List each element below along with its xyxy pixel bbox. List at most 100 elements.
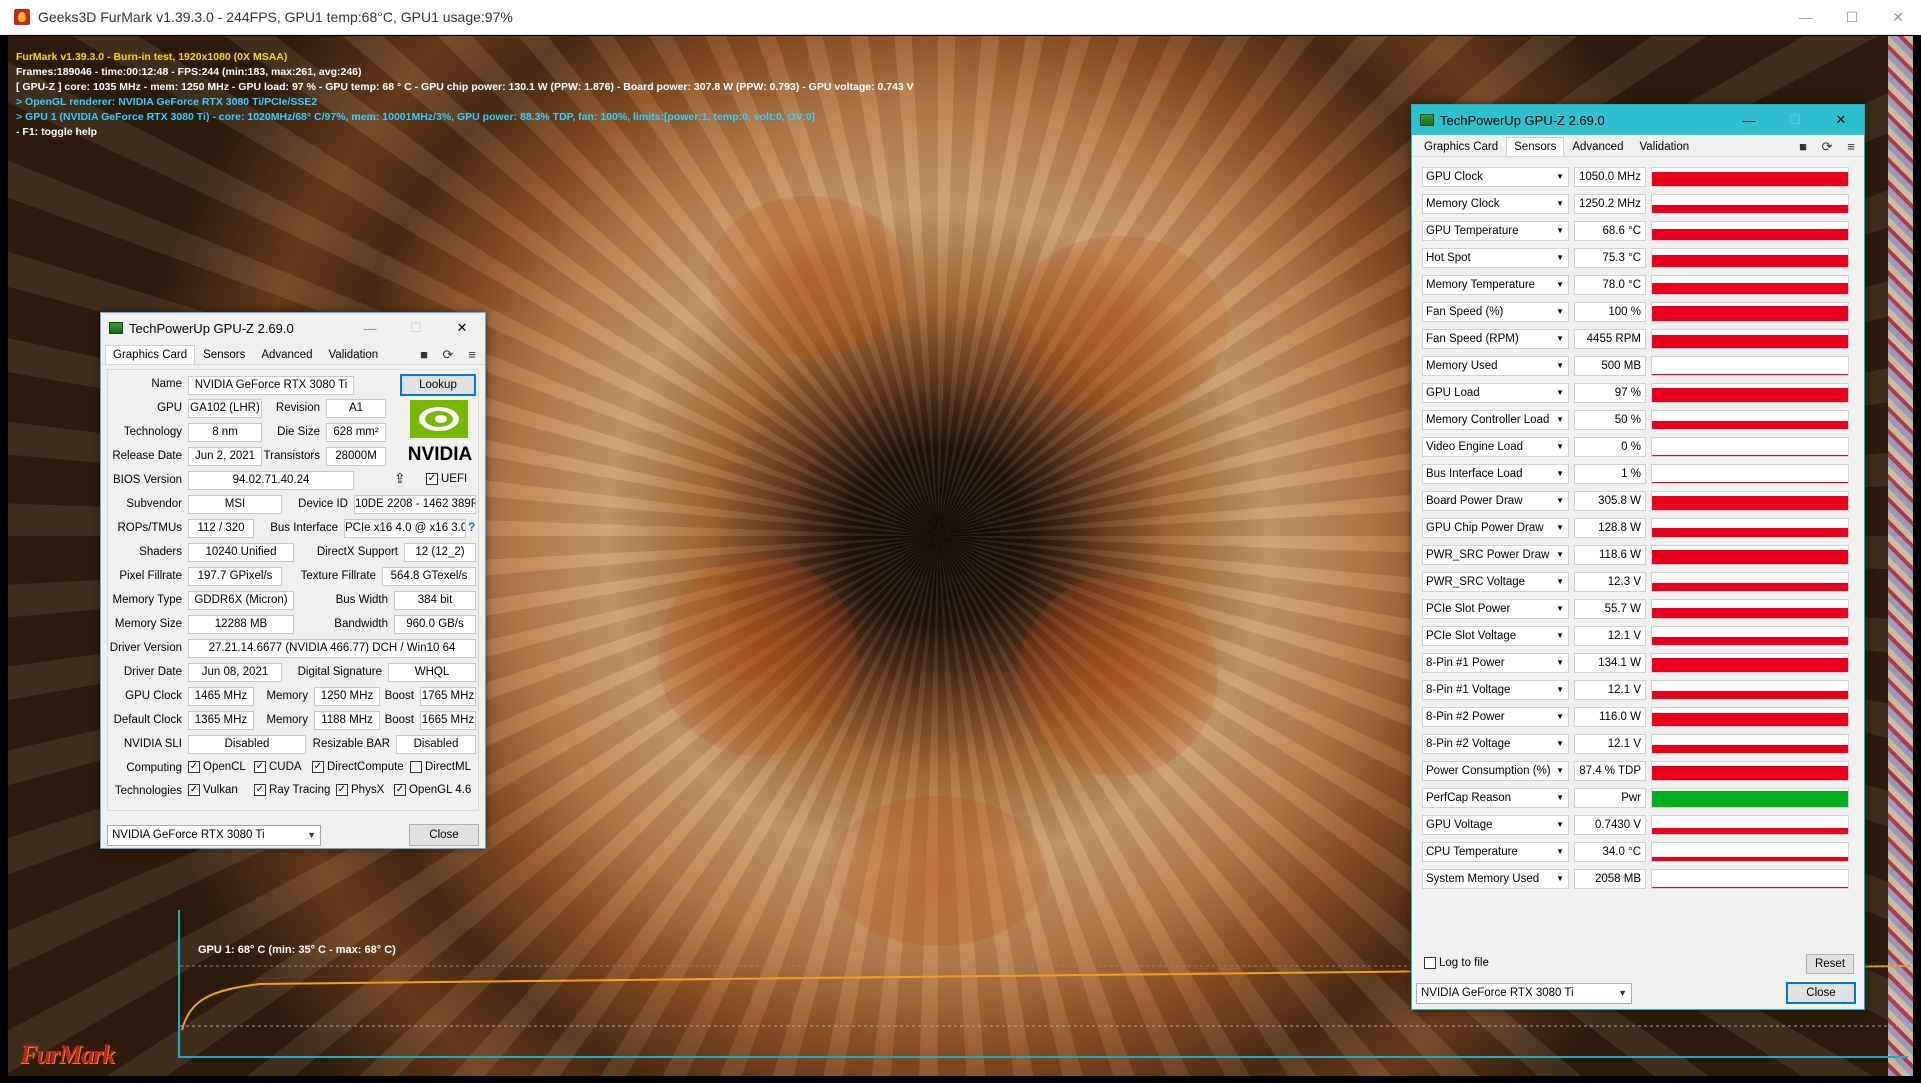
refresh-icon[interactable]: ⟳ bbox=[441, 347, 455, 363]
gpuz-graphics-card-window: TechPowerUp GPU-Z 2.69.0 — ☐ ✕ Graphics … bbox=[100, 312, 486, 849]
maximize-icon[interactable]: ☐ bbox=[1829, 0, 1875, 34]
sensor-row: Hot Spot ▼ 75.3 °C bbox=[1422, 248, 1854, 268]
pixel-fillrate-value: 197.7 GPixel/s bbox=[188, 567, 282, 586]
refresh-icon[interactable]: ⟳ bbox=[1820, 139, 1834, 155]
sensor-name: System Memory Used bbox=[1426, 873, 1540, 885]
share-icon[interactable]: ⇪ bbox=[394, 470, 406, 487]
menu-icon[interactable]: ≡ bbox=[465, 347, 479, 363]
sensor-name-dropdown[interactable]: Memory Temperature ▼ bbox=[1422, 275, 1569, 295]
sensor-name-dropdown[interactable]: Hot Spot ▼ bbox=[1422, 248, 1569, 268]
close-icon[interactable]: ✕ bbox=[1818, 105, 1864, 135]
tab-advanced[interactable]: Advanced bbox=[1564, 137, 1631, 156]
sensor-name-dropdown[interactable]: GPU Chip Power Draw ▼ bbox=[1422, 518, 1569, 538]
cuda-label: CUDA bbox=[269, 761, 302, 773]
sensor-graph-fill bbox=[1652, 791, 1848, 807]
revision-label: Revision bbox=[275, 402, 320, 414]
sensor-name-dropdown[interactable]: PWR_SRC Voltage ▼ bbox=[1422, 572, 1569, 592]
memory-type-label: Memory Type bbox=[112, 594, 182, 606]
close-button[interactable]: Close bbox=[1786, 982, 1856, 1004]
sensor-name-dropdown[interactable]: System Memory Used ▼ bbox=[1422, 869, 1569, 889]
tab-validation[interactable]: Validation bbox=[320, 345, 386, 364]
sensor-name-dropdown[interactable]: GPU Voltage ▼ bbox=[1422, 815, 1569, 835]
sensor-name-dropdown[interactable]: PerfCap Reason ▼ bbox=[1422, 788, 1569, 808]
sensor-name-dropdown[interactable]: Board Power Draw ▼ bbox=[1422, 491, 1569, 511]
minimize-icon[interactable]: — bbox=[1783, 0, 1829, 34]
sensor-name-dropdown[interactable]: PWR_SRC Power Draw ▼ bbox=[1422, 545, 1569, 565]
sensor-row: GPU Clock ▼ 1050.0 MHz bbox=[1422, 167, 1854, 187]
sensor-name-dropdown[interactable]: Memory Clock ▼ bbox=[1422, 194, 1569, 214]
tab-validation[interactable]: Validation bbox=[1631, 137, 1697, 156]
gpuz-tabs: Graphics Card Sensors Advanced Validatio… bbox=[101, 343, 485, 365]
physx-label: PhysX bbox=[351, 784, 385, 796]
sensor-name-dropdown[interactable]: 8-Pin #2 Power ▼ bbox=[1422, 707, 1569, 727]
sensor-graph bbox=[1651, 869, 1849, 889]
chevron-down-icon: ▼ bbox=[1556, 280, 1564, 289]
camera-icon[interactable]: ■ bbox=[417, 347, 431, 363]
gpu-select-dropdown[interactable]: NVIDIA GeForce RTX 3080 Ti ▼ bbox=[1416, 983, 1632, 1004]
sensor-name-dropdown[interactable]: Memory Used ▼ bbox=[1422, 356, 1569, 376]
close-icon[interactable]: ✕ bbox=[439, 313, 485, 343]
sensor-name-dropdown[interactable]: 8-Pin #1 Power ▼ bbox=[1422, 653, 1569, 673]
sensor-row: Memory Used ▼ 500 MB bbox=[1422, 356, 1854, 376]
sensor-name-dropdown[interactable]: Bus Interface Load ▼ bbox=[1422, 464, 1569, 484]
sensor-name-dropdown[interactable]: GPU Clock ▼ bbox=[1422, 167, 1569, 187]
sensor-name: GPU Load bbox=[1426, 387, 1480, 399]
gpu-select-dropdown[interactable]: NVIDIA GeForce RTX 3080 Ti ▼ bbox=[107, 825, 321, 846]
sensor-name-dropdown[interactable]: Video Engine Load ▼ bbox=[1422, 437, 1569, 457]
chevron-down-icon: ▼ bbox=[1556, 307, 1564, 316]
tab-sensors[interactable]: Sensors bbox=[195, 345, 253, 364]
camera-icon[interactable]: ■ bbox=[1796, 139, 1810, 155]
sensor-name-dropdown[interactable]: Fan Speed (%) ▼ bbox=[1422, 302, 1569, 322]
tab-advanced[interactable]: Advanced bbox=[253, 345, 320, 364]
bus-width-value: 384 bit bbox=[394, 591, 476, 610]
furmark-window-title: Geeks3D FurMark v1.39.3.0 - 244FPS, GPU1… bbox=[38, 9, 513, 25]
tab-graphics-card[interactable]: Graphics Card bbox=[1416, 137, 1506, 156]
digital-signature-label: Digital Signature bbox=[297, 666, 382, 678]
log-to-file-checkbox[interactable]: Log to file bbox=[1424, 957, 1489, 969]
sensor-graph-fill bbox=[1652, 306, 1848, 321]
sensor-name: 8-Pin #2 Power bbox=[1426, 711, 1505, 723]
sensor-name-dropdown[interactable]: CPU Temperature ▼ bbox=[1422, 842, 1569, 862]
nvidia-logo-text: NVIDIA bbox=[408, 444, 473, 463]
sensor-name-dropdown[interactable]: Fan Speed (RPM) ▼ bbox=[1422, 329, 1569, 349]
sensor-name-dropdown[interactable]: GPU Load ▼ bbox=[1422, 383, 1569, 403]
maximize-icon[interactable]: ☐ bbox=[1772, 105, 1818, 135]
check-icon: ✓ bbox=[254, 761, 266, 773]
sensor-row: 8-Pin #1 Power ▼ 134.1 W bbox=[1422, 653, 1854, 673]
sensor-name-dropdown[interactable]: 8-Pin #2 Voltage ▼ bbox=[1422, 734, 1569, 754]
sensor-name-dropdown[interactable]: GPU Temperature ▼ bbox=[1422, 221, 1569, 241]
tab-graphics-card[interactable]: Graphics Card bbox=[105, 345, 196, 364]
gpuz-sensors-titlebar: TechPowerUp GPU-Z 2.69.0 — ☐ ✕ bbox=[1412, 105, 1864, 135]
menu-icon[interactable]: ≡ bbox=[1844, 139, 1858, 155]
minimize-icon[interactable]: — bbox=[1726, 105, 1772, 135]
sensor-name-dropdown[interactable]: PCIe Slot Voltage ▼ bbox=[1422, 626, 1569, 646]
gpu-memory-value: 1250 MHz bbox=[314, 687, 380, 706]
maximize-icon[interactable]: ☐ bbox=[393, 313, 439, 343]
sensor-name-dropdown[interactable]: PCIe Slot Power ▼ bbox=[1422, 599, 1569, 619]
sensor-name-dropdown[interactable]: 8-Pin #1 Voltage ▼ bbox=[1422, 680, 1569, 700]
help-icon[interactable]: ? bbox=[468, 520, 475, 534]
sensor-name: Power Consumption (%) bbox=[1426, 765, 1551, 777]
reset-button[interactable]: Reset bbox=[1806, 954, 1854, 974]
texture-fillrate-label: Texture Fillrate bbox=[300, 570, 376, 582]
sensor-graph-fill bbox=[1652, 255, 1848, 267]
sensor-graph bbox=[1651, 734, 1849, 754]
sensor-value: 305.8 W bbox=[1574, 491, 1646, 511]
lookup-button[interactable]: Lookup bbox=[400, 374, 476, 396]
sensor-name-dropdown[interactable]: Power Consumption (%) ▼ bbox=[1422, 761, 1569, 781]
bus-interface-label: Bus Interface bbox=[270, 522, 338, 534]
minimize-icon[interactable]: — bbox=[347, 313, 393, 343]
unchecked-box-icon bbox=[1424, 957, 1436, 969]
sensor-graph bbox=[1651, 248, 1849, 268]
sensor-name: Memory Clock bbox=[1426, 198, 1500, 210]
sensor-name-dropdown[interactable]: Memory Controller Load ▼ bbox=[1422, 410, 1569, 430]
physx-checkbox: ✓ PhysX bbox=[336, 784, 384, 796]
tab-sensors[interactable]: Sensors bbox=[1506, 137, 1565, 156]
sensor-graph-fill bbox=[1652, 482, 1848, 483]
close-icon[interactable]: ✕ bbox=[1875, 0, 1921, 34]
chevron-down-icon: ▼ bbox=[1556, 199, 1564, 208]
close-button[interactable]: Close bbox=[409, 824, 479, 846]
default-boost-label: Boost bbox=[384, 714, 414, 726]
sensor-graph-fill bbox=[1652, 766, 1848, 780]
chevron-down-icon: ▼ bbox=[1556, 469, 1564, 478]
